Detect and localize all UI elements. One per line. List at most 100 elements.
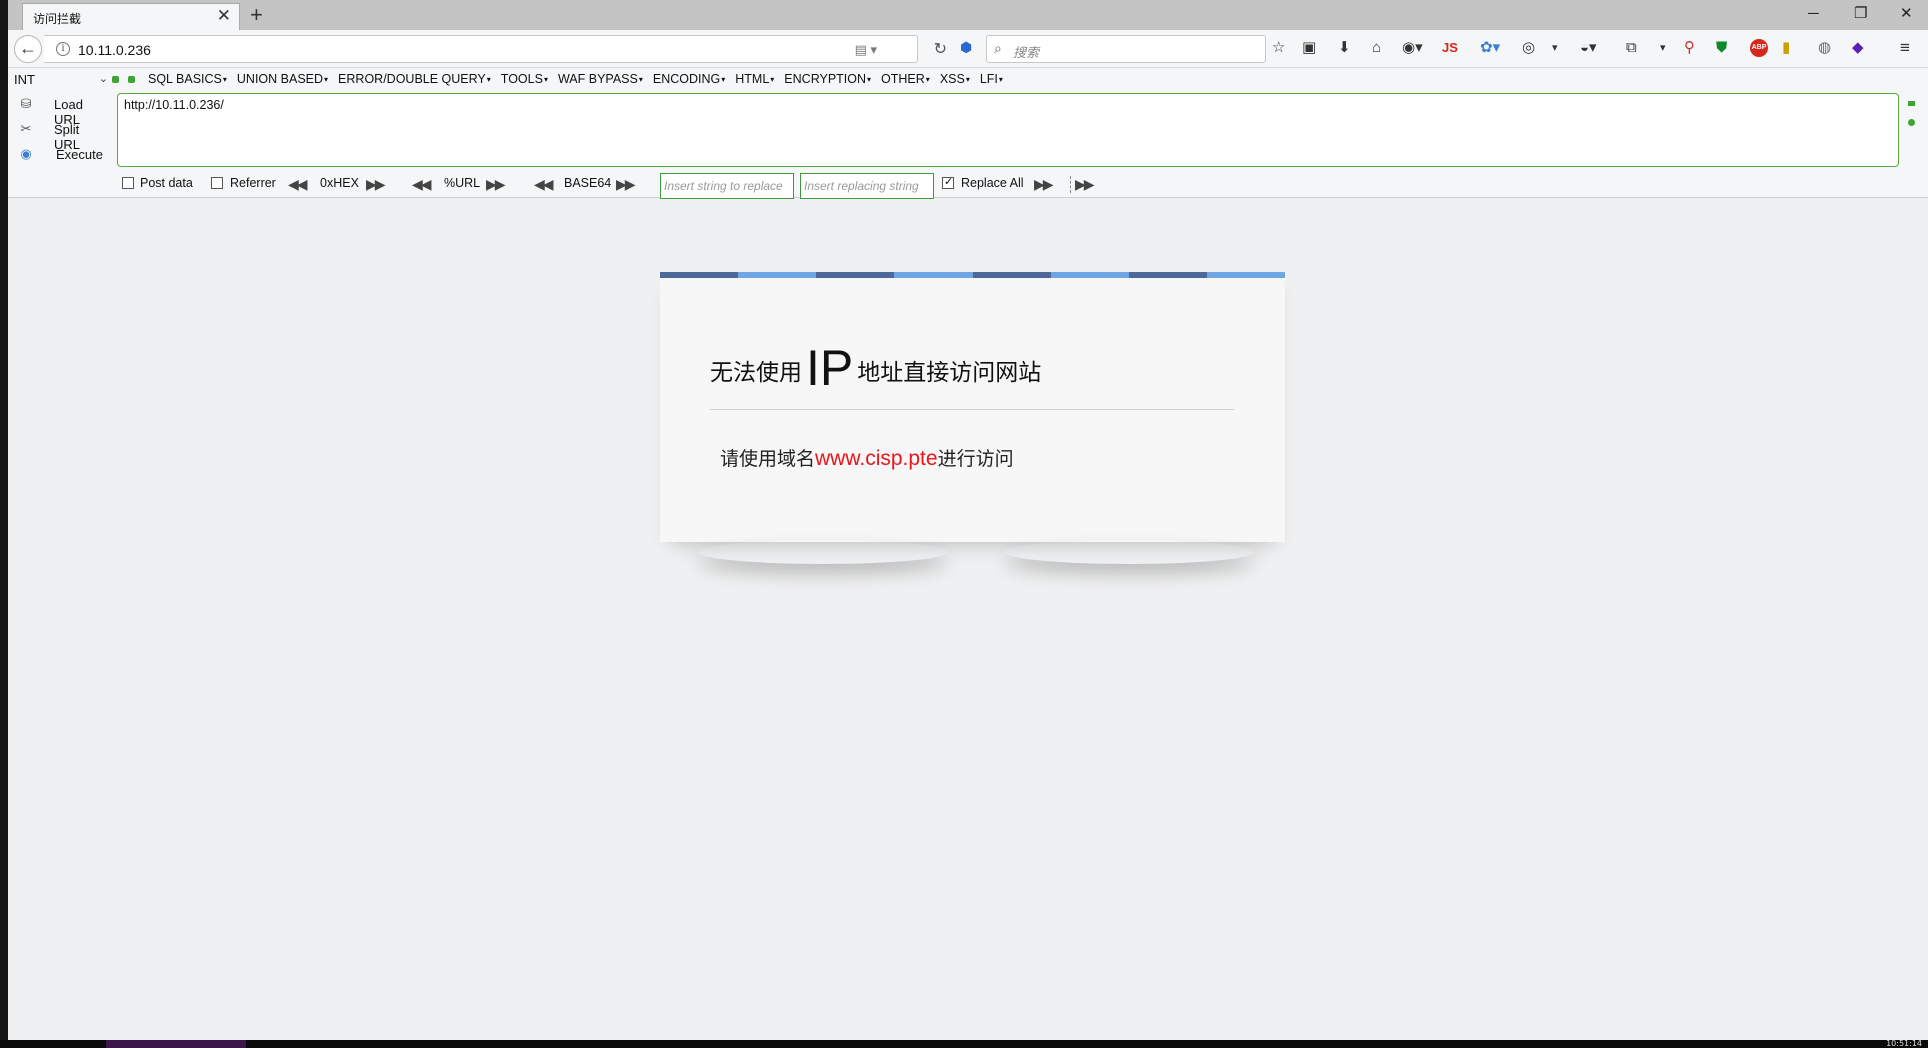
search-icon: ⌕ (994, 40, 1002, 56)
url-encode-label: %URL (444, 176, 481, 190)
site-info-icon[interactable]: i (56, 42, 70, 56)
hackbar-plus-icon[interactable] (128, 76, 135, 83)
cookie-icon[interactable]: ◎ (1522, 39, 1535, 57)
menu-xss[interactable]: XSS (940, 72, 970, 86)
card-top-stripe (660, 272, 1285, 278)
restore-button[interactable]: ❐ (1854, 4, 1867, 24)
back-arrow-icon: ← (19, 38, 37, 58)
execute-icon: ◉ (20, 146, 32, 161)
heading-divider (710, 409, 1234, 410)
url-decode-arrow-icon[interactable]: ◀◀ (412, 176, 431, 193)
back-button[interactable]: ← (14, 35, 42, 63)
js-toggle-icon[interactable]: JS (1442, 39, 1458, 57)
home-icon[interactable]: ⌂ (1372, 39, 1381, 57)
shield-icon[interactable]: ⛊ (1716, 39, 1727, 57)
hackbar-collapse-icon[interactable] (1908, 101, 1915, 106)
post-data-checkbox[interactable] (122, 177, 134, 189)
stripe-segment (1206, 272, 1285, 278)
address-bar[interactable]: i 10.11.0.236 ▤ ▾ ↻ (44, 35, 947, 63)
stripe-segment (660, 272, 739, 278)
extension-icon[interactable]: ⬢ (960, 39, 972, 56)
proxy-icon[interactable]: ✿▾ (1480, 39, 1500, 57)
close-window-button[interactable]: ✕ (1900, 4, 1913, 24)
menu-html[interactable]: HTML (735, 72, 774, 86)
nav-bar: ← i 10.11.0.236 ▤ ▾ ↻ ⬢ ⌕ 搜索 ☆ ▣ ⬇ ⌂ ◉▾ … (8, 30, 1928, 68)
menu-other[interactable]: OTHER (881, 72, 930, 86)
load-url-button[interactable]: ⛁ Load URL (16, 95, 106, 127)
card-shadow-left (698, 540, 948, 564)
heading-ip: IP (806, 340, 854, 396)
hackbar-type-select[interactable]: INT ⌄ (14, 72, 110, 92)
menu-encoding[interactable]: ENCODING (653, 72, 725, 86)
hackbar-url-textarea[interactable]: http://10.11.0.236/ (117, 93, 1899, 167)
hex-decode-arrow-icon[interactable]: ◀◀ (288, 176, 307, 193)
reader-view-icon[interactable]: ▤ ▾ (855, 42, 877, 58)
hackbar-type-value: INT (14, 72, 35, 87)
adblock-icon[interactable]: ABP (1750, 39, 1768, 57)
download-icon[interactable]: ⬇ (1338, 39, 1351, 57)
page-heading: 无法使用IP 地址直接访问网站 (710, 334, 1042, 396)
heading-prefix: 无法使用 (710, 360, 802, 386)
bookmark-star-icon[interactable]: ☆ (1272, 39, 1285, 57)
execute-label: Execute (56, 147, 103, 162)
search-bar[interactable]: ⌕ 搜索 (986, 35, 1266, 63)
menu-encryption[interactable]: ENCRYPTION (784, 72, 871, 86)
replace-all-label: Replace All (961, 176, 1024, 190)
taskbar-active-item[interactable] (106, 1040, 246, 1048)
replacing-string-input[interactable]: Insert replacing string (800, 173, 934, 199)
new-tab-button[interactable]: + (250, 2, 263, 28)
replace-string-input[interactable]: Insert string to replace (660, 173, 794, 199)
dropdown-icon[interactable]: ▾ (1552, 39, 1558, 57)
replace-all-arrow-icon[interactable]: ▶▶ (1070, 176, 1095, 193)
dropdown-icon-2[interactable]: ▾ (1660, 39, 1666, 57)
referrer-label: Referrer (230, 176, 276, 190)
hackbar-minus-icon[interactable] (112, 76, 119, 83)
menu-waf-bypass[interactable]: WAF BYPASS (558, 72, 643, 86)
hackbar-url-value: http://10.11.0.236/ (124, 98, 224, 112)
base64-encode-arrow-icon[interactable]: ▶▶ (616, 176, 635, 193)
search-placeholder: 搜索 (1013, 45, 1040, 60)
left-screen-edge (0, 0, 8, 1048)
heading-suffix: 地址直接访问网站 (857, 360, 1042, 386)
split-url-button[interactable]: ✂ Split URL (16, 120, 106, 152)
menu-lfi[interactable]: LFI (980, 72, 1003, 86)
minimize-button[interactable]: ─ (1808, 4, 1819, 24)
menu-tools[interactable]: TOOLS (501, 72, 548, 86)
zoom-icon[interactable]: ⚲ (1684, 39, 1695, 57)
stripe-segment (972, 272, 1051, 278)
gem-icon[interactable]: ◆ (1852, 39, 1864, 57)
post-data-label: Post data (140, 176, 193, 190)
stripe-segment (738, 272, 817, 278)
hex-encode-arrow-icon[interactable]: ▶▶ (366, 176, 385, 193)
url-encode-arrow-icon[interactable]: ▶▶ (486, 176, 505, 193)
execute-button[interactable]: ◉ Execute (16, 145, 106, 165)
hat-icon[interactable]: ◒▾ (1580, 39, 1597, 57)
network-icon[interactable]: ◍ (1818, 39, 1831, 57)
library-icon[interactable]: ▣ (1302, 39, 1316, 57)
tab-close-icon[interactable]: ✕ (217, 7, 231, 25)
menu-error-double-query[interactable]: ERROR/DOUBLE QUERY (338, 72, 491, 86)
tab-active[interactable]: 访问拦截 ✕ (22, 3, 240, 30)
taskbar (0, 1040, 1928, 1048)
card-shadow-right (1004, 540, 1254, 564)
hex-label: 0xHEX (320, 176, 359, 190)
split-url-icon: ✂ (20, 121, 32, 136)
globe-icon[interactable]: ◉▾ (1402, 39, 1423, 57)
page-message: 请使用域名www.cisp.pte进行访问 (720, 444, 1014, 471)
window-icon[interactable]: ⧉ (1626, 39, 1637, 57)
base64-decode-arrow-icon[interactable]: ◀◀ (534, 176, 553, 193)
replace-arrow-icon[interactable]: ▶▶ (1034, 176, 1053, 193)
notes-icon[interactable]: ▮ (1782, 39, 1790, 57)
menu-union-based[interactable]: UNION BASED (237, 72, 328, 86)
reload-icon[interactable]: ↻ (934, 39, 947, 59)
menu-sql-basics[interactable]: SQL BASICS (148, 72, 227, 86)
tab-title: 访问拦截 (33, 12, 82, 26)
referrer-checkbox[interactable] (211, 177, 223, 189)
replace-all-checkbox[interactable] (942, 175, 954, 189)
base64-label: BASE64 (564, 176, 612, 190)
browser-window: 访问拦截 ✕ + ─ ❐ ✕ ← i 10.11.0.236 ▤ ▾ ↻ ⬢ ⌕… (8, 0, 1928, 1040)
menu-icon[interactable]: ≡ (1900, 39, 1910, 57)
hackbar-expand-icon[interactable] (1908, 119, 1915, 126)
address-text[interactable]: 10.11.0.236 (78, 42, 151, 58)
chevron-down-icon: ⌄ (98, 73, 108, 85)
